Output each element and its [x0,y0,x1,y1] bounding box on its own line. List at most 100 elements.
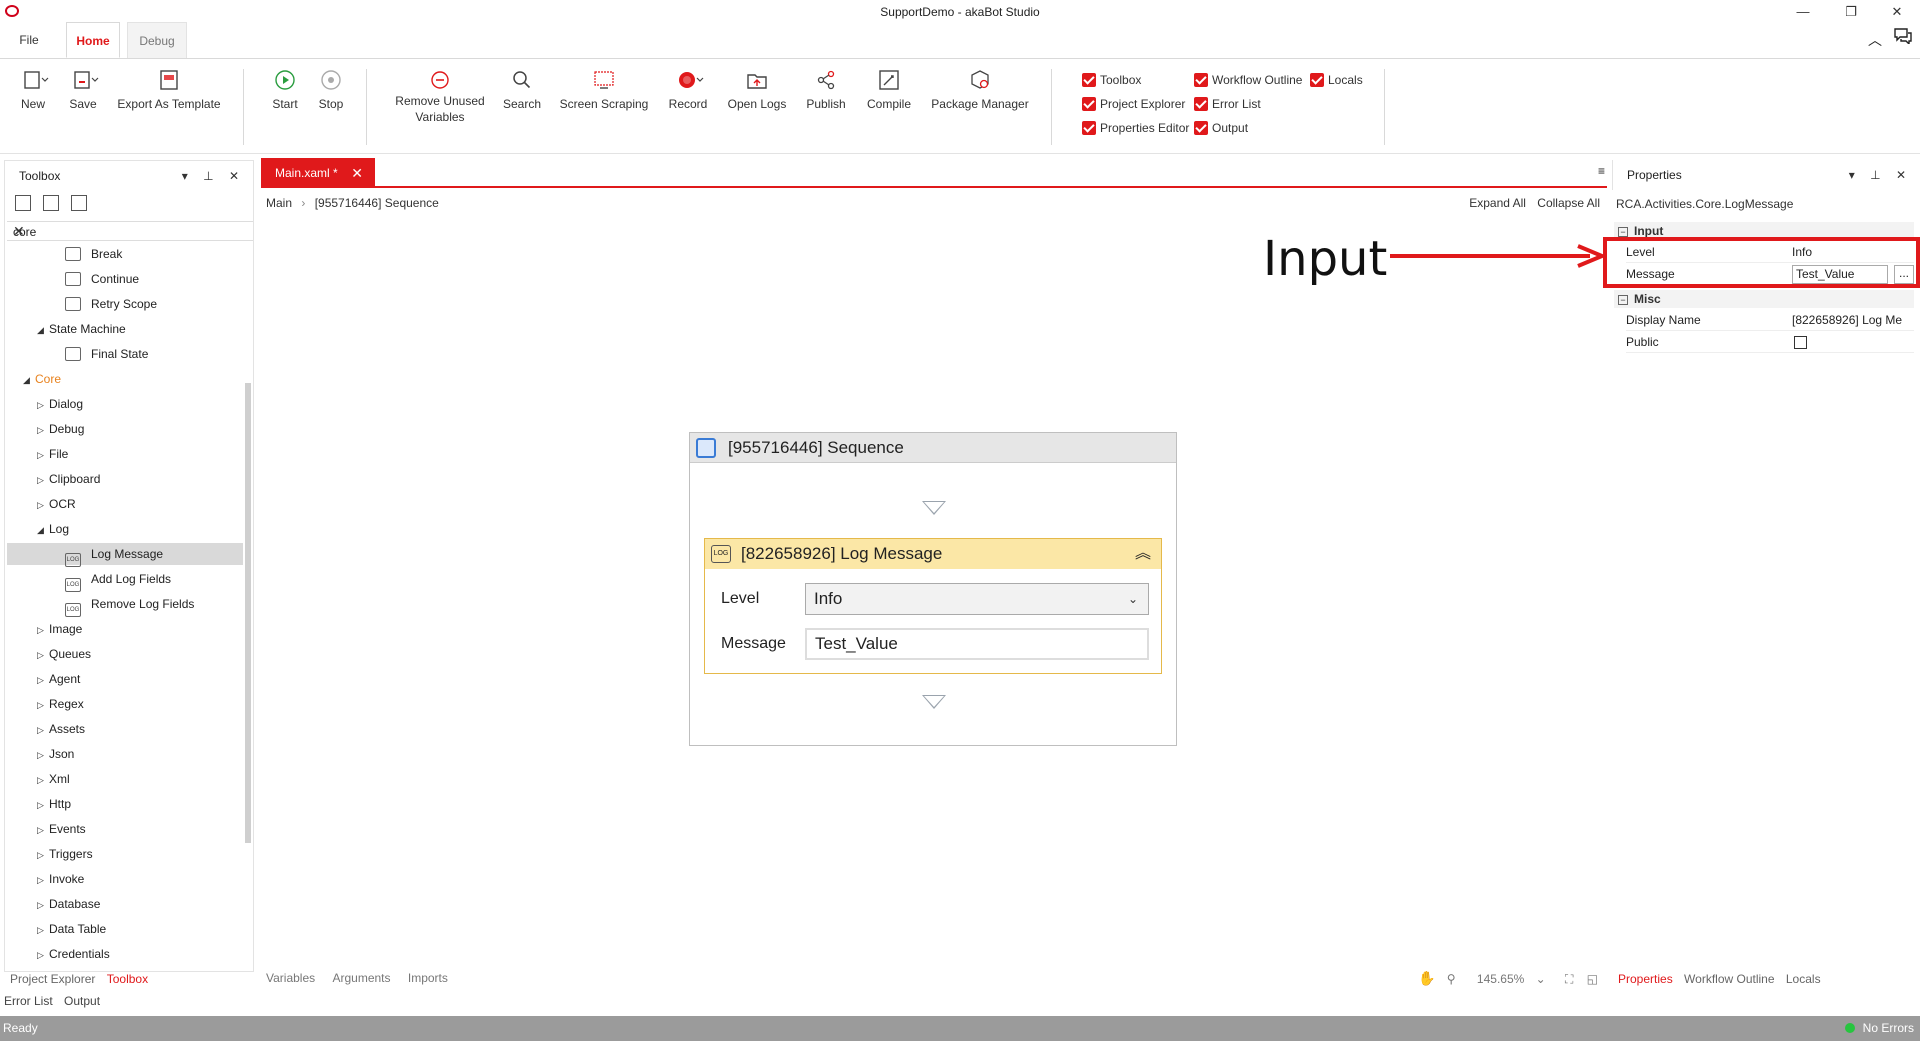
clear-search-icon[interactable]: ✕ [13,223,247,240]
tab-imports[interactable]: Imports [408,971,448,985]
drop-zone-arrow-icon[interactable] [922,695,946,709]
search-button[interactable]: Search [500,69,544,111]
collapse-all-link[interactable]: Collapse All [1537,196,1600,210]
toggle-toolbox[interactable]: Toolbox [1082,72,1141,88]
tab-locals[interactable]: Locals [1786,972,1821,986]
message-input[interactable]: Test_Value [805,628,1149,660]
tree-item[interactable]: ▷ Http [7,793,243,815]
save-button[interactable]: Save [66,69,100,111]
compile-button[interactable]: Compile [864,69,914,111]
tree-item[interactable]: ◢ Core [7,368,243,390]
tree-item[interactable]: ▷ Assets [7,718,243,740]
new-button[interactable]: New [16,69,50,111]
breadcrumb-root[interactable]: Main [266,196,292,210]
restore-button[interactable]: ❐ [1836,2,1866,22]
tree-collapsed-icon[interactable]: ▷ [37,494,49,516]
tab-error-list[interactable]: Error List [4,994,53,1008]
tree-collapsed-icon[interactable]: ▷ [37,644,49,666]
tree-collapsed-icon[interactable]: ▷ [37,444,49,466]
tree-item[interactable]: ▷ Database [7,893,243,915]
tab-variables[interactable]: Variables [266,971,315,985]
tree-item[interactable]: Retry Scope [7,293,243,315]
tree-collapsed-icon[interactable]: ▷ [37,894,49,916]
tree-collapsed-icon[interactable]: ▷ [37,919,49,941]
toggle-output[interactable]: Output [1194,120,1248,136]
collapse-activity-icon[interactable]: ︽ [1135,539,1151,569]
tree-item[interactable]: ▷ Invoke [7,868,243,890]
toggle-workflow-outline[interactable]: Workflow Outline [1194,72,1302,88]
tree-item[interactable]: ▷ File [7,443,243,465]
screen-scraping-button[interactable]: Screen Scraping [558,69,650,111]
tree-item[interactable]: ▷ OCR [7,493,243,515]
tree-item[interactable]: LOG Log Message [7,543,243,567]
pan-hand-icon[interactable]: ✋ [1418,970,1435,986]
tree-item[interactable]: ▷ Data Table [7,918,243,940]
breadcrumb-current[interactable]: [955716446] Sequence [315,196,439,210]
public-checkbox[interactable] [1794,336,1807,349]
remove-unused-variables-button[interactable]: Remove Unused Variables [392,69,488,125]
tree-collapsed-icon[interactable]: ▷ [37,394,49,416]
tree-item[interactable]: ▷ Debug [7,418,243,440]
fit-screen-icon[interactable]: ⛶ [1565,972,1573,986]
collapse-all-icon[interactable] [43,195,59,211]
stop-button[interactable]: Stop [314,69,348,111]
tree-item[interactable]: ▷ Xml [7,768,243,790]
tree-collapsed-icon[interactable]: ▷ [37,669,49,691]
feedback-icon[interactable] [1894,28,1912,47]
tree-item[interactable]: ◢ Log [7,518,243,540]
start-button[interactable]: Start [268,69,302,111]
zoom-level[interactable]: 145.65% [1477,972,1524,986]
tree-collapsed-icon[interactable]: ▷ [37,744,49,766]
toggle-locals[interactable]: Locals [1310,72,1363,88]
tree-item[interactable]: ▷ Image [7,618,243,640]
tree-item[interactable]: Continue [7,268,243,290]
tree-item[interactable]: ▷ Events [7,818,243,840]
tree-item[interactable]: ▷ Regex [7,693,243,715]
tree-collapsed-icon[interactable]: ▷ [37,819,49,841]
toolbox-search-input[interactable]: core ✕ [7,221,253,241]
close-window-button[interactable]: ✕ [1882,2,1912,22]
category-misc[interactable]: − Misc [1614,290,1914,308]
tree-collapsed-icon[interactable]: ▷ [37,869,49,891]
drop-zone-arrow-icon[interactable] [922,501,946,515]
tree-collapsed-icon[interactable]: ▷ [37,694,49,716]
tree-collapsed-icon[interactable]: ▷ [37,419,49,441]
tree-collapsed-icon[interactable]: ▷ [37,794,49,816]
tab-properties[interactable]: Properties [1618,972,1673,986]
tree-collapsed-icon[interactable]: ▷ [37,944,49,961]
tree-item[interactable]: ▷ Agent [7,668,243,690]
expand-all-icon[interactable] [15,195,31,211]
tab-file[interactable]: File [6,22,52,58]
tree-expanded-icon[interactable]: ◢ [23,369,35,391]
zoom-search-icon[interactable]: ⚲ [1447,972,1456,986]
record-button[interactable]: Record [664,69,712,111]
tab-home[interactable]: Home [66,22,120,58]
tree-item[interactable]: ▷ Clipboard [7,468,243,490]
toolbox-scrollbar[interactable] [245,243,251,961]
open-logs-button[interactable]: Open Logs [726,69,788,111]
level-dropdown[interactable]: Info ⌄ [805,583,1149,615]
tree-expanded-icon[interactable]: ◢ [37,319,49,341]
tree-item[interactable]: ▷ Triggers [7,843,243,865]
publish-button[interactable]: Publish [802,69,850,111]
package-manager-button[interactable]: Package Manager [928,69,1032,111]
tree-collapsed-icon[interactable]: ▷ [37,769,49,791]
tab-workflow-outline[interactable]: Workflow Outline [1684,972,1774,986]
tree-item[interactable]: LOG Remove Log Fields [7,593,243,617]
export-template-button[interactable]: Export As Template [116,69,222,111]
doc-tab-main[interactable]: Main.xaml * ✕ [261,158,375,188]
tree-item[interactable]: ◢ State Machine [7,318,243,340]
tab-debug[interactable]: Debug [127,22,187,58]
tab-toolbox[interactable]: Toolbox [107,972,148,986]
tree-item[interactable]: Break [7,243,243,265]
panel-controls[interactable]: ▾ ⊥ ✕ [182,161,245,191]
tree-collapsed-icon[interactable]: ▷ [37,844,49,866]
expand-all-link[interactable]: Expand All [1469,196,1526,210]
overview-icon[interactable]: ◱ [1587,972,1598,986]
log-message-activity[interactable]: LOG [822658926] Log Message ︽ Level Info… [704,538,1162,674]
minimize-button[interactable]: — [1788,2,1818,22]
tab-arguments[interactable]: Arguments [332,971,390,985]
list-view-icon[interactable] [71,195,87,211]
zoom-dropdown-icon[interactable]: ⌄ [1536,972,1546,986]
tree-collapsed-icon[interactable]: ▷ [37,469,49,491]
